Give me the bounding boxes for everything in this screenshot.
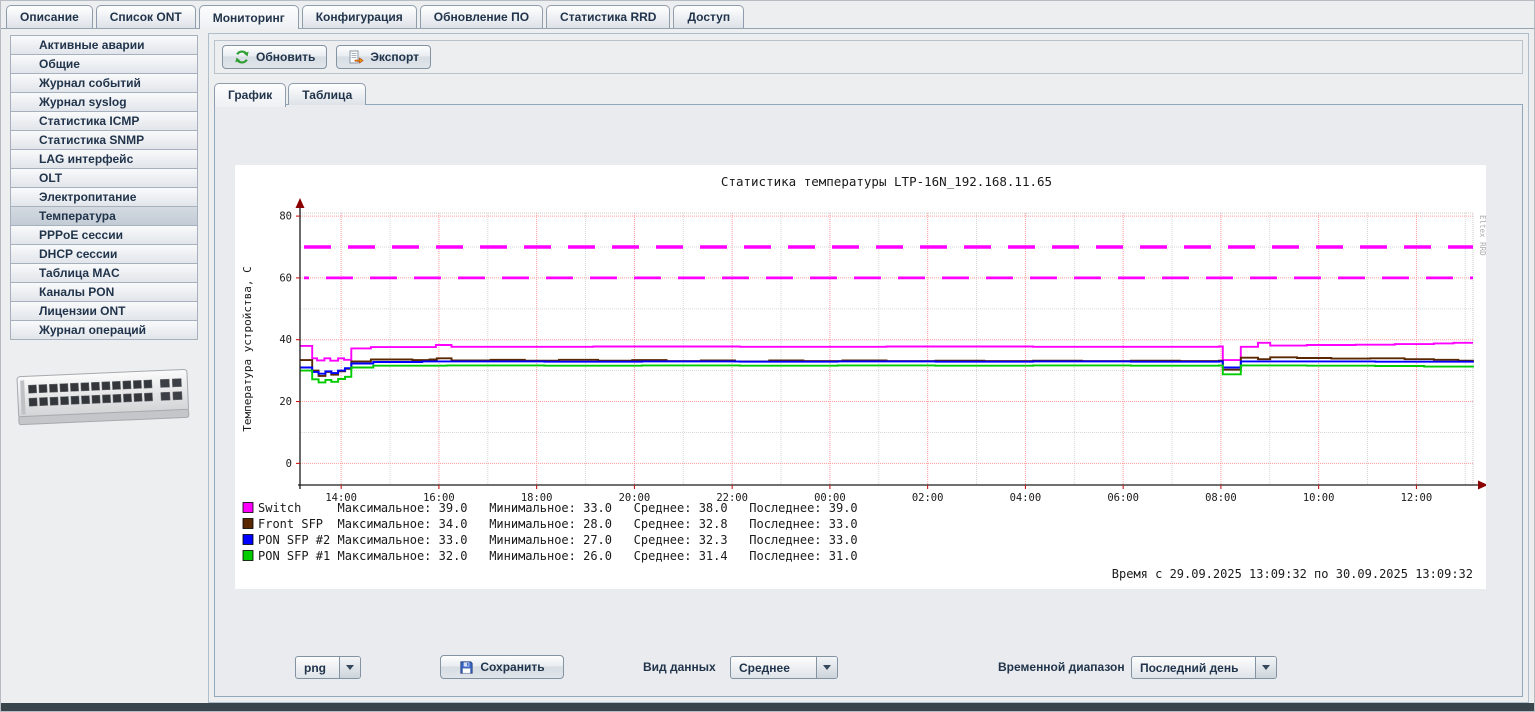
sidebar-item-10[interactable]: PPPoE сессии [10, 225, 198, 245]
refresh-button[interactable]: Обновить [222, 45, 327, 69]
x-tick-label: 12:00 [1401, 492, 1433, 504]
sidebar: Активные аварииОбщиеЖурнал событийЖурнал… [10, 35, 198, 340]
x-tick-label: 10:00 [1303, 492, 1335, 504]
sidebar-item-14[interactable]: Лицензии ONT [10, 301, 198, 321]
sidebar-item-15[interactable]: Журнал операций [10, 320, 198, 340]
sidebar-item-8[interactable]: Электропитание [10, 187, 198, 207]
legend-swatch-3 [243, 551, 253, 561]
refresh-icon [234, 49, 250, 65]
y-tick-label: 0 [286, 458, 292, 470]
top-tab-6[interactable]: Доступ [673, 5, 744, 28]
legend-row-1: Front SFP Максимальное: 34.0 Минимальное… [258, 517, 858, 531]
export-icon [348, 49, 364, 65]
format-select-arrow-button[interactable] [339, 657, 360, 678]
chevron-down-icon [1262, 665, 1270, 670]
y-tick-label: 20 [279, 396, 292, 408]
legend-row-0: Switch Максимальное: 39.0 Минимальное: 3… [258, 501, 858, 515]
sidebar-item-4[interactable]: Статистика ICMP [10, 111, 198, 131]
refresh-label: Обновить [256, 50, 315, 64]
device-image [14, 359, 193, 438]
x-tick-label: 06:00 [1107, 492, 1139, 504]
y-tick-label: 80 [279, 211, 292, 223]
legend-swatch-2 [243, 535, 253, 545]
legend-swatch-1 [243, 519, 253, 529]
legend-row-3: PON SFP #1 Максимальное: 32.0 Минимально… [258, 549, 858, 563]
sidebar-item-1[interactable]: Общие [10, 54, 198, 74]
sidebar-item-0[interactable]: Активные аварии [10, 35, 198, 55]
data-kind-label: Вид данных [643, 660, 716, 674]
y-axis-label: Температура устройства, C [241, 266, 254, 432]
format-select[interactable]: png [295, 656, 361, 679]
view-tabbar: ГрафикТаблица [214, 83, 366, 105]
top-tabbar: ОписаниеСписок ONTМониторингКонфигурация… [1, 1, 1534, 29]
chevron-down-icon [346, 665, 354, 670]
export-label: Экспорт [370, 50, 419, 64]
legend-swatch-0 [243, 503, 253, 513]
top-tab-1[interactable]: Список ONT [96, 5, 196, 28]
format-select-value: png [296, 657, 339, 678]
range-select-arrow-button[interactable] [1255, 657, 1276, 678]
sidebar-item-3[interactable]: Журнал syslog [10, 92, 198, 112]
sidebar-item-12[interactable]: Таблица MAC [10, 263, 198, 283]
top-tab-4[interactable]: Обновление ПО [420, 5, 543, 28]
y-tick-label: 40 [279, 334, 292, 346]
x-tick-label: 08:00 [1205, 492, 1237, 504]
bottom-controls: png Сохранить Вид данных [215, 653, 1522, 683]
save-button[interactable]: Сохранить [440, 655, 564, 679]
save-label: Сохранить [480, 660, 544, 674]
view-tab-0[interactable]: График [214, 83, 286, 107]
legend-row-2: PON SFP #2 Максимальное: 33.0 Минимально… [258, 533, 858, 547]
chart-title: Статистика температуры LTP-16N_192.168.1… [721, 174, 1052, 189]
range-label: Временной диапазон [998, 660, 1125, 674]
x-tick-label: 02:00 [912, 492, 944, 504]
x-tick-label: 04:00 [1010, 492, 1042, 504]
sidebar-item-11[interactable]: DHCP сессии [10, 244, 198, 264]
top-tab-0[interactable]: Описание [6, 5, 93, 28]
save-icon [459, 660, 474, 675]
chevron-down-icon [823, 665, 831, 670]
temperature-chart: 14:0016:0018:0020:0022:0000:0002:0004:00… [235, 165, 1486, 589]
sidebar-item-7[interactable]: OLT [10, 168, 198, 188]
view-tab-1[interactable]: Таблица [288, 83, 366, 105]
bottom-strip [1, 703, 1534, 711]
top-tab-5[interactable]: Статистика RRD [546, 5, 670, 28]
sidebar-item-13[interactable]: Каналы PON [10, 282, 198, 302]
data-kind-select-value: Среднее [731, 657, 816, 678]
y-tick-label: 60 [279, 272, 292, 284]
sidebar-item-6[interactable]: LAG интерфейс [10, 149, 198, 169]
export-button[interactable]: Экспорт [336, 45, 431, 69]
chart-box: 14:0016:0018:0020:0022:0000:0002:0004:00… [235, 165, 1486, 589]
top-tab-3[interactable]: Конфигурация [302, 5, 417, 28]
range-select-value: Последний день [1132, 657, 1255, 678]
app-window: ОписаниеСписок ONTМониторингКонфигурация… [0, 0, 1535, 712]
content-panel: 14:0016:0018:0020:0022:0000:0002:0004:00… [214, 104, 1523, 697]
main-panel: Обновить Экспорт ГрафикТаблица 14: [208, 33, 1529, 703]
time-range-caption: Время с 29.09.2025 13:09:32 по 30.09.202… [1112, 567, 1473, 581]
sidebar-item-9[interactable]: Температура [10, 206, 198, 226]
sidebar-item-2[interactable]: Журнал событий [10, 73, 198, 93]
range-select[interactable]: Последний день [1131, 656, 1277, 679]
sidebar-item-5[interactable]: Статистика SNMP [10, 130, 198, 150]
top-tab-2[interactable]: Мониторинг [199, 5, 299, 29]
data-kind-select-arrow-button[interactable] [816, 657, 837, 678]
toolbar: Обновить Экспорт [214, 40, 1523, 74]
data-kind-select[interactable]: Среднее [730, 656, 838, 679]
chart-watermark: Eltex RRD [1478, 215, 1486, 256]
